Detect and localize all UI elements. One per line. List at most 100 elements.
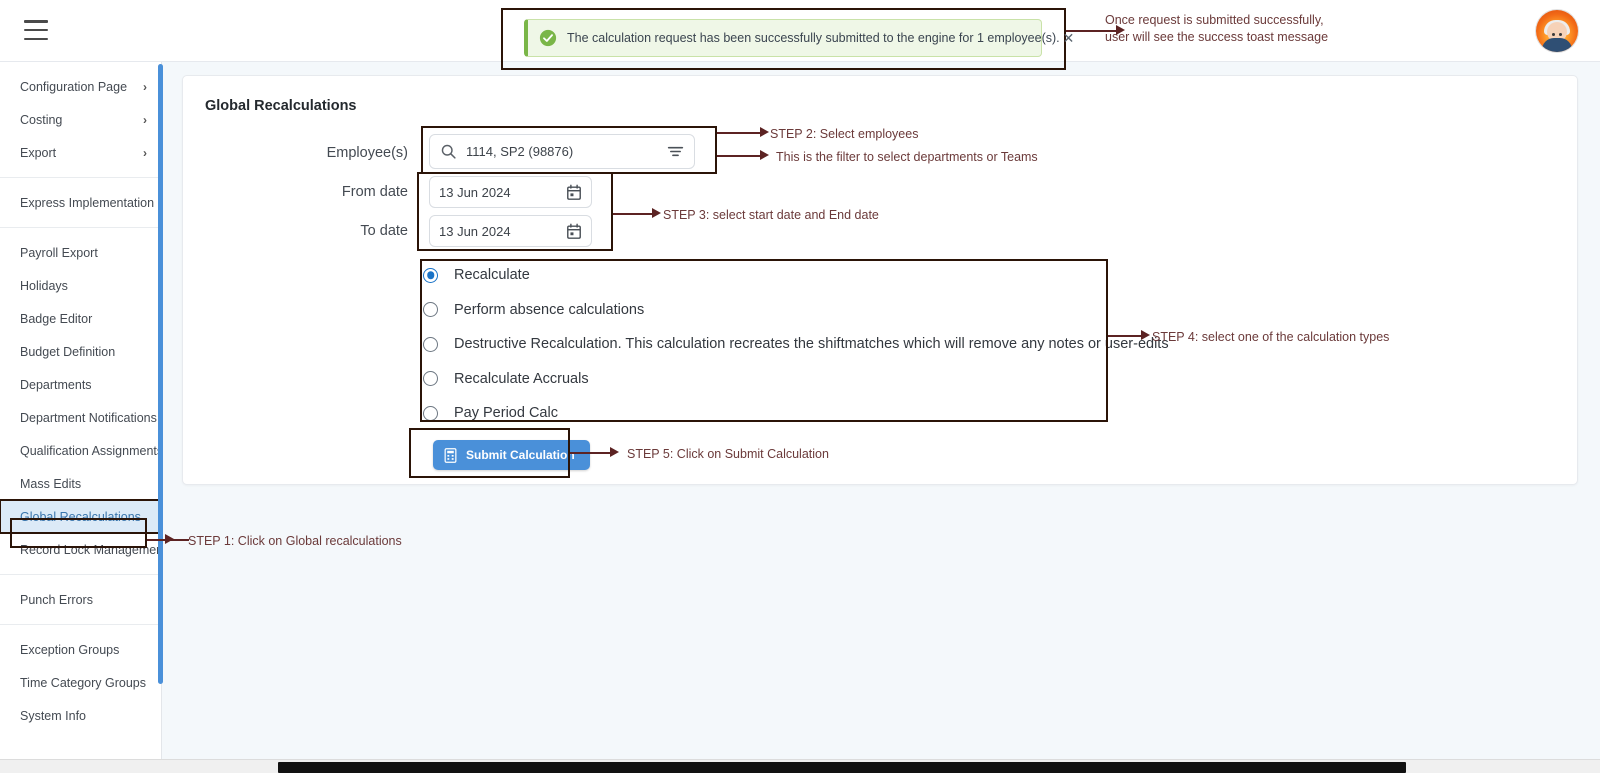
sidebar-item-label: Qualification Assignments (20, 443, 162, 458)
radio-option-label: Perform absence calculations (454, 301, 645, 318)
annotation-arrowhead-step3 (652, 208, 661, 218)
to-date-value: 13 Jun 2024 (439, 223, 511, 239)
sidebar-item-label: Express Implementation P... (20, 195, 162, 210)
radio-button-icon[interactable] (423, 405, 438, 421)
sidebar-item-export[interactable]: Export › (0, 136, 161, 169)
annotation-text-step5: STEP 5: Click on Submit Calculation (627, 447, 829, 461)
sidebar-item-label: Exception Groups (20, 642, 120, 657)
radio-button-icon[interactable] (423, 336, 438, 352)
sidebar-item-label: Export (20, 145, 57, 160)
sidebar-group: Exception Groups Time Category Groups Syst… (0, 625, 161, 740)
sidebar-item-costing[interactable]: Costing › (0, 103, 161, 136)
radio-option-destructive-recalculation[interactable]: Destructive Recalculation. This calculat… (423, 327, 1169, 362)
annotation-arrowhead-step2b (760, 150, 769, 160)
sidebar-item-label: Holidays (20, 278, 68, 293)
sidebar-item-record-lock-management[interactable]: Record Lock Management (0, 533, 161, 566)
sidebar-item-label: Global Recalculations (20, 509, 141, 524)
sidebar-group: Punch Errors (0, 575, 161, 625)
sidebar-item-express-implementation-p[interactable]: Express Implementation P... (0, 186, 161, 219)
hamburger-menu-icon[interactable] (24, 20, 48, 40)
hamburger-bar (24, 28, 48, 32)
radio-option-label: Destructive Recalculation. This calculat… (454, 336, 1169, 353)
from-date-value: 13 Jun 2024 (439, 184, 511, 200)
radio-option-label: Recalculate (454, 267, 530, 284)
annotation-arrowhead-step5 (610, 447, 619, 457)
to-date-field[interactable]: 13 Jun 2024 (429, 215, 592, 247)
sidebar-item-label: Record Lock Management (20, 542, 162, 557)
submit-button-label: Submit Calculation (466, 448, 575, 462)
calculator-icon (444, 447, 457, 463)
radio-option-label: Recalculate Accruals (454, 370, 589, 387)
calculation-type-radio-group: Recalculate Perform absence calculations D… (423, 258, 1169, 431)
avatar-body (1542, 38, 1572, 52)
radio-button-icon[interactable] (423, 371, 438, 387)
sidebar-item-global-recalculations[interactable]: Global Recalculations (0, 499, 161, 534)
sidebar-item-punch-errors[interactable]: Punch Errors (0, 583, 161, 616)
annotation-arrow-line-step4 (1108, 335, 1144, 337)
hamburger-bar (24, 37, 48, 40)
sidebar-item-label: Configuration Page (20, 79, 128, 94)
sidebar-item-system-info[interactable]: System Info (0, 699, 161, 732)
radio-option-perform-absence-calculations[interactable]: Perform absence calculations (423, 293, 1113, 328)
employee-select-field[interactable]: 1114, SP2 (98876) (429, 134, 695, 169)
sidebar-item-department-notifications[interactable]: Department Notifications (0, 401, 161, 434)
annotation-text-step1: STEP 1: Click on Global recalculations (188, 534, 402, 548)
sidebar-item-label: Punch Errors (20, 592, 93, 607)
filter-icon[interactable] (667, 145, 684, 158)
from-date-field[interactable]: 13 Jun 2024 (429, 176, 592, 208)
radio-option-pay-period-calc[interactable]: Pay Period Calc (423, 396, 1113, 431)
search-icon (441, 144, 456, 159)
horizontal-scrollbar-thumb[interactable] (278, 762, 1406, 773)
sidebar-group: Payroll Export Holidays Badge Editor Budget… (0, 228, 161, 575)
sidebar-item-budget-definition[interactable]: Budget Definition (0, 335, 161, 368)
sidebar-item-label: Budget Definition (20, 344, 116, 359)
radio-option-recalculate[interactable]: Recalculate (423, 258, 1113, 293)
annotation-arrow-line-step2 (717, 132, 762, 134)
annotation-text-step2: STEP 2: Select employees (770, 127, 919, 141)
calendar-icon[interactable] (566, 223, 582, 240)
annotation-text-step3: STEP 3: select start date and End date (663, 208, 879, 222)
annotation-text-toast-line2: user will see the success toast message (1105, 29, 1329, 44)
sidebar-item-label: Payroll Export (20, 245, 98, 260)
sidebar-item-time-category-groups[interactable]: Time Category Groups (0, 666, 161, 699)
calendar-icon[interactable] (566, 184, 582, 201)
sidebar-item-holidays[interactable]: Holidays (0, 269, 161, 302)
toast-close-icon[interactable]: ✕ (1060, 29, 1078, 47)
radio-button-icon[interactable] (423, 267, 438, 283)
annotation-arrowhead-step1 (165, 534, 174, 544)
check-circle-icon (539, 29, 557, 47)
horizontal-scrollbar[interactable] (0, 759, 1600, 773)
sidebar-item-departments[interactable]: Departments (0, 368, 161, 401)
annotation-arrow-line-step3 (613, 213, 655, 215)
sidebar-nav: Configuration Page › Costing › Export › Expres… (0, 62, 162, 773)
chevron-right-icon: › (143, 79, 147, 94)
submit-calculation-button[interactable]: Submit Calculation (433, 440, 590, 470)
success-toast: The calculation request has been success… (524, 19, 1074, 57)
annotation-text-toast-line1: Once request is submitted successfully, (1105, 13, 1324, 27)
to-date-label: To date (360, 223, 408, 239)
annotation-arrow-line-step5 (570, 452, 612, 454)
sidebar-item-badge-editor[interactable]: Badge Editor (0, 302, 161, 335)
chevron-right-icon: › (143, 145, 147, 160)
toast-message: The calculation request has been success… (567, 31, 1060, 45)
sidebar-item-qualification-assignments[interactable]: Qualification Assignments (0, 434, 161, 467)
page-title: Global Recalculations (205, 98, 357, 114)
sidebar-item-configuration-page[interactable]: Configuration Page › (0, 70, 161, 103)
sidebar-item-payroll-export[interactable]: Payroll Export (0, 236, 161, 269)
sidebar-scrollbar[interactable] (158, 64, 163, 684)
radio-option-recalculate-accruals[interactable]: Recalculate Accruals (423, 362, 1113, 397)
annotation-arrow-line-step2b (717, 155, 762, 157)
annotation-arrowhead-step4 (1141, 330, 1150, 340)
radio-button-icon[interactable] (423, 302, 438, 318)
sidebar-item-label: Costing (20, 112, 63, 127)
user-avatar[interactable] (1536, 10, 1578, 52)
annotation-arrowhead-step2 (760, 127, 769, 137)
sidebar-item-exception-groups[interactable]: Exception Groups (0, 633, 161, 666)
avatar-eye (1551, 32, 1555, 36)
sidebar-group: Configuration Page › Costing › Export › (0, 62, 161, 178)
sidebar-item-mass-edits[interactable]: Mass Edits (0, 467, 161, 500)
radio-option-label: Pay Period Calc (454, 405, 558, 422)
sidebar-item-label: Department Notifications (20, 410, 157, 425)
hamburger-bar (24, 20, 48, 23)
employee-value: 1114, SP2 (98876) (466, 144, 574, 159)
